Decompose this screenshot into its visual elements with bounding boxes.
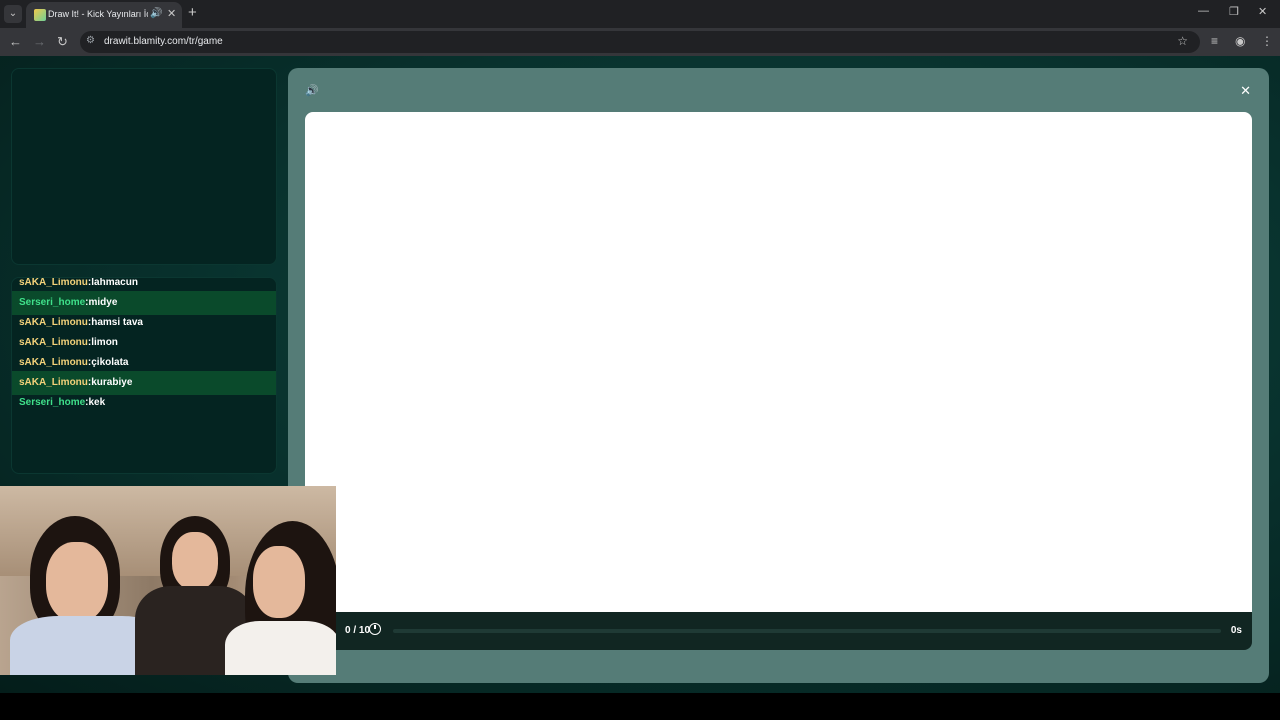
back-icon[interactable]: ← bbox=[9, 34, 22, 50]
bookmark-star-icon[interactable]: ☆ bbox=[1177, 34, 1188, 48]
speaker-icon[interactable]: 🔊 bbox=[305, 84, 319, 97]
browser-tab-bar: ⌄ Draw It! - Kick Yayınları İçin 🔊 ✕ + —… bbox=[0, 0, 1280, 28]
chat-text: kek bbox=[88, 397, 106, 408]
chat-list: sAKA_Limonu:lahmacun Serseri_home:midye sA… bbox=[12, 278, 276, 473]
drawing-canvas[interactable] bbox=[305, 112, 1252, 612]
chat-username[interactable]: sAKA_Limonu bbox=[19, 317, 88, 328]
chat-text: hamsi tava bbox=[91, 317, 143, 328]
time-remaining: 0s bbox=[1230, 625, 1242, 636]
tab-close-icon[interactable]: ✕ bbox=[167, 7, 176, 20]
time-progress-track bbox=[393, 629, 1221, 633]
browser-toolbar: ← → ↻ ⚙ drawit.blamity.com/tr/game ☆ ≡ ◉… bbox=[0, 28, 1280, 56]
tab-title: Draw It! - Kick Yayınları İçin bbox=[48, 9, 148, 19]
browser-tab[interactable]: Draw It! - Kick Yayınları İçin 🔊 ✕ bbox=[26, 2, 182, 28]
chat-text: lahmacun bbox=[91, 277, 138, 288]
profile-icon[interactable]: ◉ bbox=[1235, 34, 1245, 48]
timer-icon bbox=[369, 623, 381, 635]
url-text: drawit.blamity.com/tr/game bbox=[104, 36, 223, 47]
reload-icon[interactable]: ↻ bbox=[57, 34, 68, 50]
tab-audio-icon[interactable]: 🔊 bbox=[150, 8, 162, 19]
address-bar[interactable]: ⚙ drawit.blamity.com/tr/game ☆ bbox=[80, 31, 1200, 53]
stream-preview bbox=[11, 68, 277, 265]
taskbar-strip bbox=[0, 693, 1280, 720]
game-status-bar: 0 / 10 0s bbox=[305, 612, 1252, 650]
chat-username[interactable]: sAKA_Limonu bbox=[19, 278, 88, 288]
menu-icon[interactable]: ⋮ bbox=[1261, 34, 1273, 48]
restore-icon[interactable]: ❐ bbox=[1229, 5, 1239, 18]
forward-icon[interactable]: → bbox=[33, 34, 46, 50]
chat-username[interactable]: sAKA_Limonu bbox=[19, 337, 88, 348]
chat-text: kurabiye bbox=[91, 377, 133, 388]
chat-panel: sAKA_Limonu:lahmacun Serseri_home:midye sA… bbox=[11, 277, 277, 474]
site-info-icon[interactable]: ⚙ bbox=[86, 35, 95, 46]
minimize-icon[interactable]: — bbox=[1198, 5, 1209, 17]
chat-message: Serseri_home:kek bbox=[12, 391, 276, 415]
game-panel: 🔊 ✕ 0 / 10 0s bbox=[288, 68, 1269, 683]
window-close-icon[interactable]: ✕ bbox=[1258, 5, 1267, 18]
webcam-overlay bbox=[0, 486, 336, 675]
chat-username[interactable]: sAKA_Limonu bbox=[19, 377, 88, 388]
chat-username[interactable]: Serseri_home bbox=[19, 397, 85, 408]
chat-text: çikolata bbox=[91, 357, 129, 368]
close-icon[interactable]: ✕ bbox=[1240, 83, 1251, 99]
tab-search-icon[interactable]: ⌄ bbox=[4, 5, 22, 23]
new-tab-button[interactable]: + bbox=[188, 4, 197, 21]
chat-username[interactable]: Serseri_home bbox=[19, 297, 85, 308]
favicon-icon bbox=[34, 9, 46, 21]
chat-text: midye bbox=[88, 297, 118, 308]
media-controls-icon[interactable]: ≡ bbox=[1211, 34, 1218, 48]
round-counter: 0 / 10 bbox=[345, 625, 371, 636]
chat-text: limon bbox=[91, 337, 118, 348]
chat-username[interactable]: sAKA_Limonu bbox=[19, 357, 88, 368]
